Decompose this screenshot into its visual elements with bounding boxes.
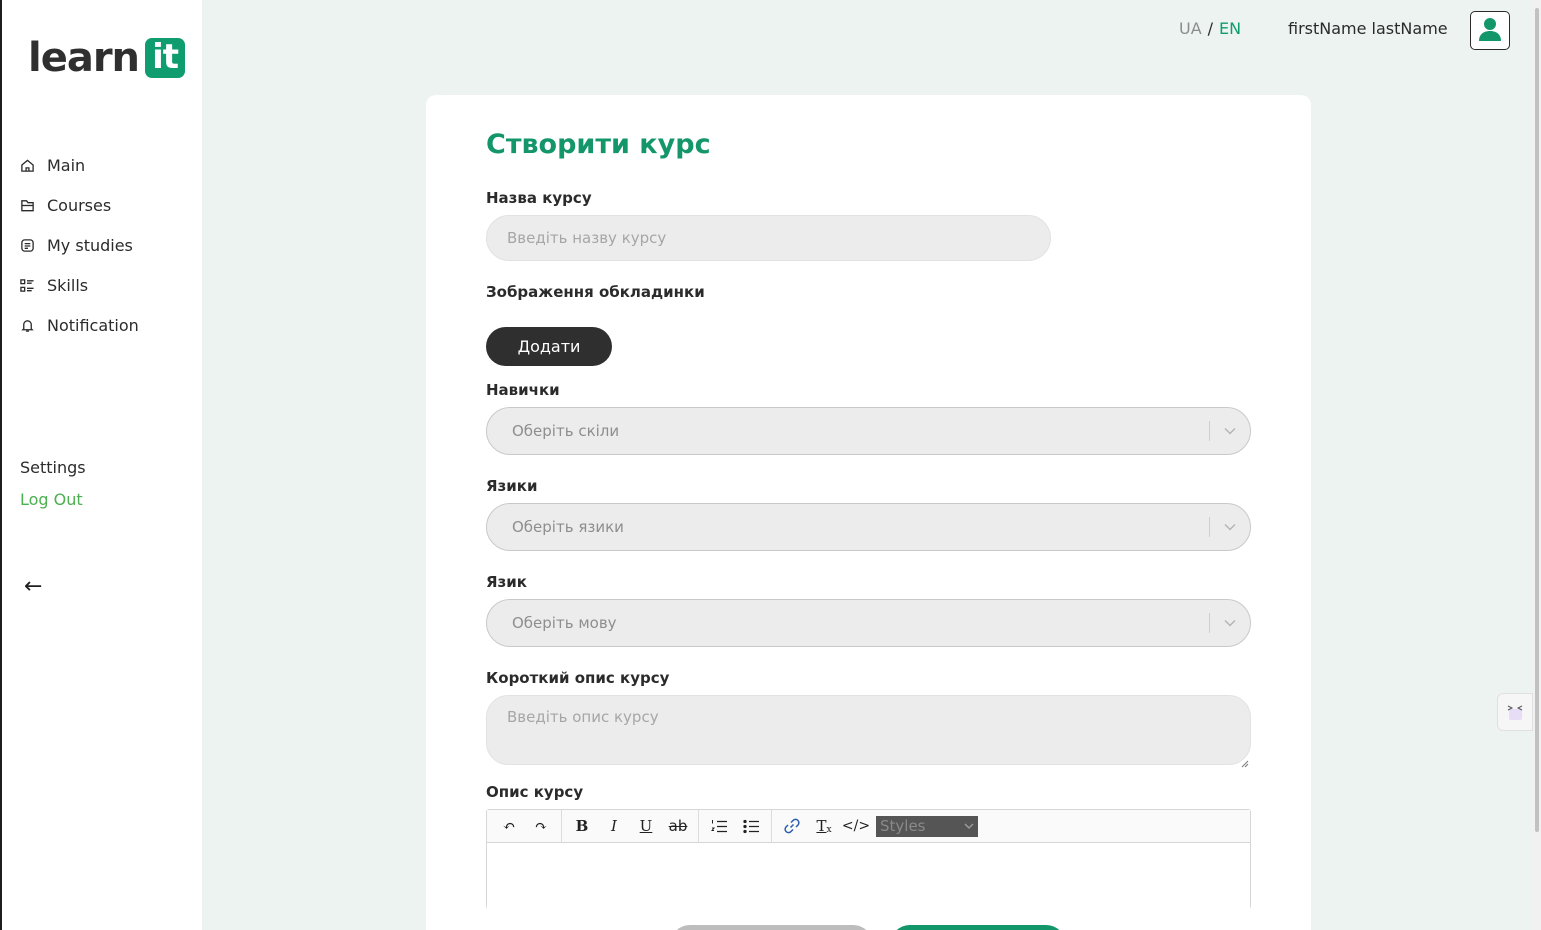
sidebar: learn it Main Courses My studies Skills …: [0, 0, 202, 930]
bullet-list-icon: [742, 819, 759, 833]
lang-en-button[interactable]: EN: [1219, 19, 1241, 38]
resize-handle-icon[interactable]: [1239, 753, 1249, 768]
create-course-card: Створити курс Назва курсу Зображення обк…: [426, 95, 1311, 930]
scrollbar-thumb[interactable]: [1535, 8, 1539, 832]
logout-link[interactable]: Log Out: [20, 490, 83, 509]
skills-select[interactable]: Оберіть скіли: [486, 407, 1251, 455]
bullet-list-button[interactable]: [735, 812, 767, 840]
ordered-list-button[interactable]: [703, 812, 735, 840]
insert-group: Tx </> Styles: [772, 810, 982, 842]
course-name-label: Назва курсу: [486, 189, 592, 207]
lang-ua-button[interactable]: UA: [1179, 19, 1202, 38]
chevron-down-icon: [1210, 523, 1250, 531]
sidebar-nav: Main Courses My studies Skills Notificat…: [18, 145, 139, 345]
chevron-down-icon: [1210, 427, 1250, 435]
link-icon: [784, 818, 800, 834]
avatar[interactable]: [1470, 11, 1510, 50]
sidebar-item-label: Courses: [47, 195, 112, 215]
home-icon: [18, 156, 36, 174]
user-icon: [1479, 17, 1501, 45]
short-description-input[interactable]: [486, 695, 1251, 765]
sidebar-item-label: My studies: [47, 235, 133, 255]
clear-format-subscript: x: [826, 825, 832, 835]
redo-button[interactable]: ↷: [525, 812, 557, 840]
language-switcher: UA / EN: [1179, 19, 1241, 38]
sidebar-item-courses[interactable]: Courses: [18, 185, 139, 225]
list-group: [699, 810, 772, 842]
styles-dropdown[interactable]: Styles: [876, 815, 978, 837]
styles-placeholder: Styles: [880, 817, 926, 835]
clear-format-glyph: T: [816, 817, 827, 835]
sidebar-item-label: Skills: [47, 275, 89, 295]
strikethrough-button[interactable]: ab: [662, 812, 694, 840]
logo-text: learn: [28, 35, 140, 81]
bold-button[interactable]: B: [566, 812, 598, 840]
format-group: B I U ab: [562, 810, 699, 842]
sidebar-item-label: Main: [47, 155, 86, 175]
editor-toolbar: ↶ ↷ B I U ab T x </> Styles: [487, 810, 1250, 843]
chevron-down-icon: [1210, 619, 1250, 627]
sidebar-item-notification[interactable]: Notification: [18, 305, 139, 345]
page-title: Створити курс: [486, 129, 711, 160]
folder-icon: [18, 196, 36, 214]
history-group: ↶ ↷: [489, 810, 562, 842]
add-cover-button[interactable]: Додати: [486, 327, 612, 366]
page-scrollbar[interactable]: [1533, 0, 1541, 930]
language-select[interactable]: Оберіть мову: [486, 599, 1251, 647]
create-button[interactable]: [890, 925, 1066, 930]
chevron-down-icon: [964, 822, 974, 829]
cover-image-label: Зображення обкладинки: [486, 283, 705, 301]
course-name-input[interactable]: [486, 215, 1051, 261]
settings-link[interactable]: Settings: [20, 458, 86, 477]
arrow-left-icon[interactable]: ←: [24, 574, 42, 599]
language-label: Язик: [486, 573, 527, 591]
cancel-button[interactable]: [670, 925, 873, 930]
italic-button[interactable]: I: [598, 812, 630, 840]
assistant-icon: [1507, 705, 1523, 720]
languages-label: Язики: [486, 477, 538, 495]
link-button[interactable]: [776, 812, 808, 840]
clear-format-button[interactable]: Tx: [808, 812, 840, 840]
underline-button[interactable]: U: [630, 812, 662, 840]
skills-placeholder: Оберіть скіли: [512, 422, 620, 440]
bell-icon: [18, 316, 36, 334]
studies-icon: [18, 236, 36, 254]
floating-helper-widget[interactable]: [1497, 693, 1533, 731]
sidebar-item-my-studies[interactable]: My studies: [18, 225, 139, 265]
logo[interactable]: learn it: [28, 35, 186, 81]
ordered-list-icon: [710, 819, 727, 832]
sidebar-item-main[interactable]: Main: [18, 145, 139, 185]
rich-text-editor: ↶ ↷ B I U ab T x </> Styles: [486, 809, 1251, 909]
user-name: firstName lastName: [1288, 19, 1448, 38]
code-button[interactable]: </>: [840, 812, 872, 840]
sidebar-item-skills[interactable]: Skills: [18, 265, 139, 305]
sidebar-item-label: Notification: [47, 315, 139, 335]
skills-label: Навички: [486, 381, 560, 399]
languages-select[interactable]: Оберіть язики: [486, 503, 1251, 551]
editor-content-area[interactable]: [487, 843, 1250, 909]
languages-placeholder: Оберіть язики: [512, 518, 624, 536]
logo-badge: it: [145, 38, 186, 78]
list-icon: [18, 276, 36, 294]
description-label: Опис курсу: [486, 783, 584, 801]
lang-separator: /: [1207, 19, 1214, 38]
undo-button[interactable]: ↶: [493, 812, 525, 840]
language-placeholder: Оберіть мову: [512, 614, 617, 632]
short-description-label: Короткий опис курсу: [486, 669, 670, 687]
